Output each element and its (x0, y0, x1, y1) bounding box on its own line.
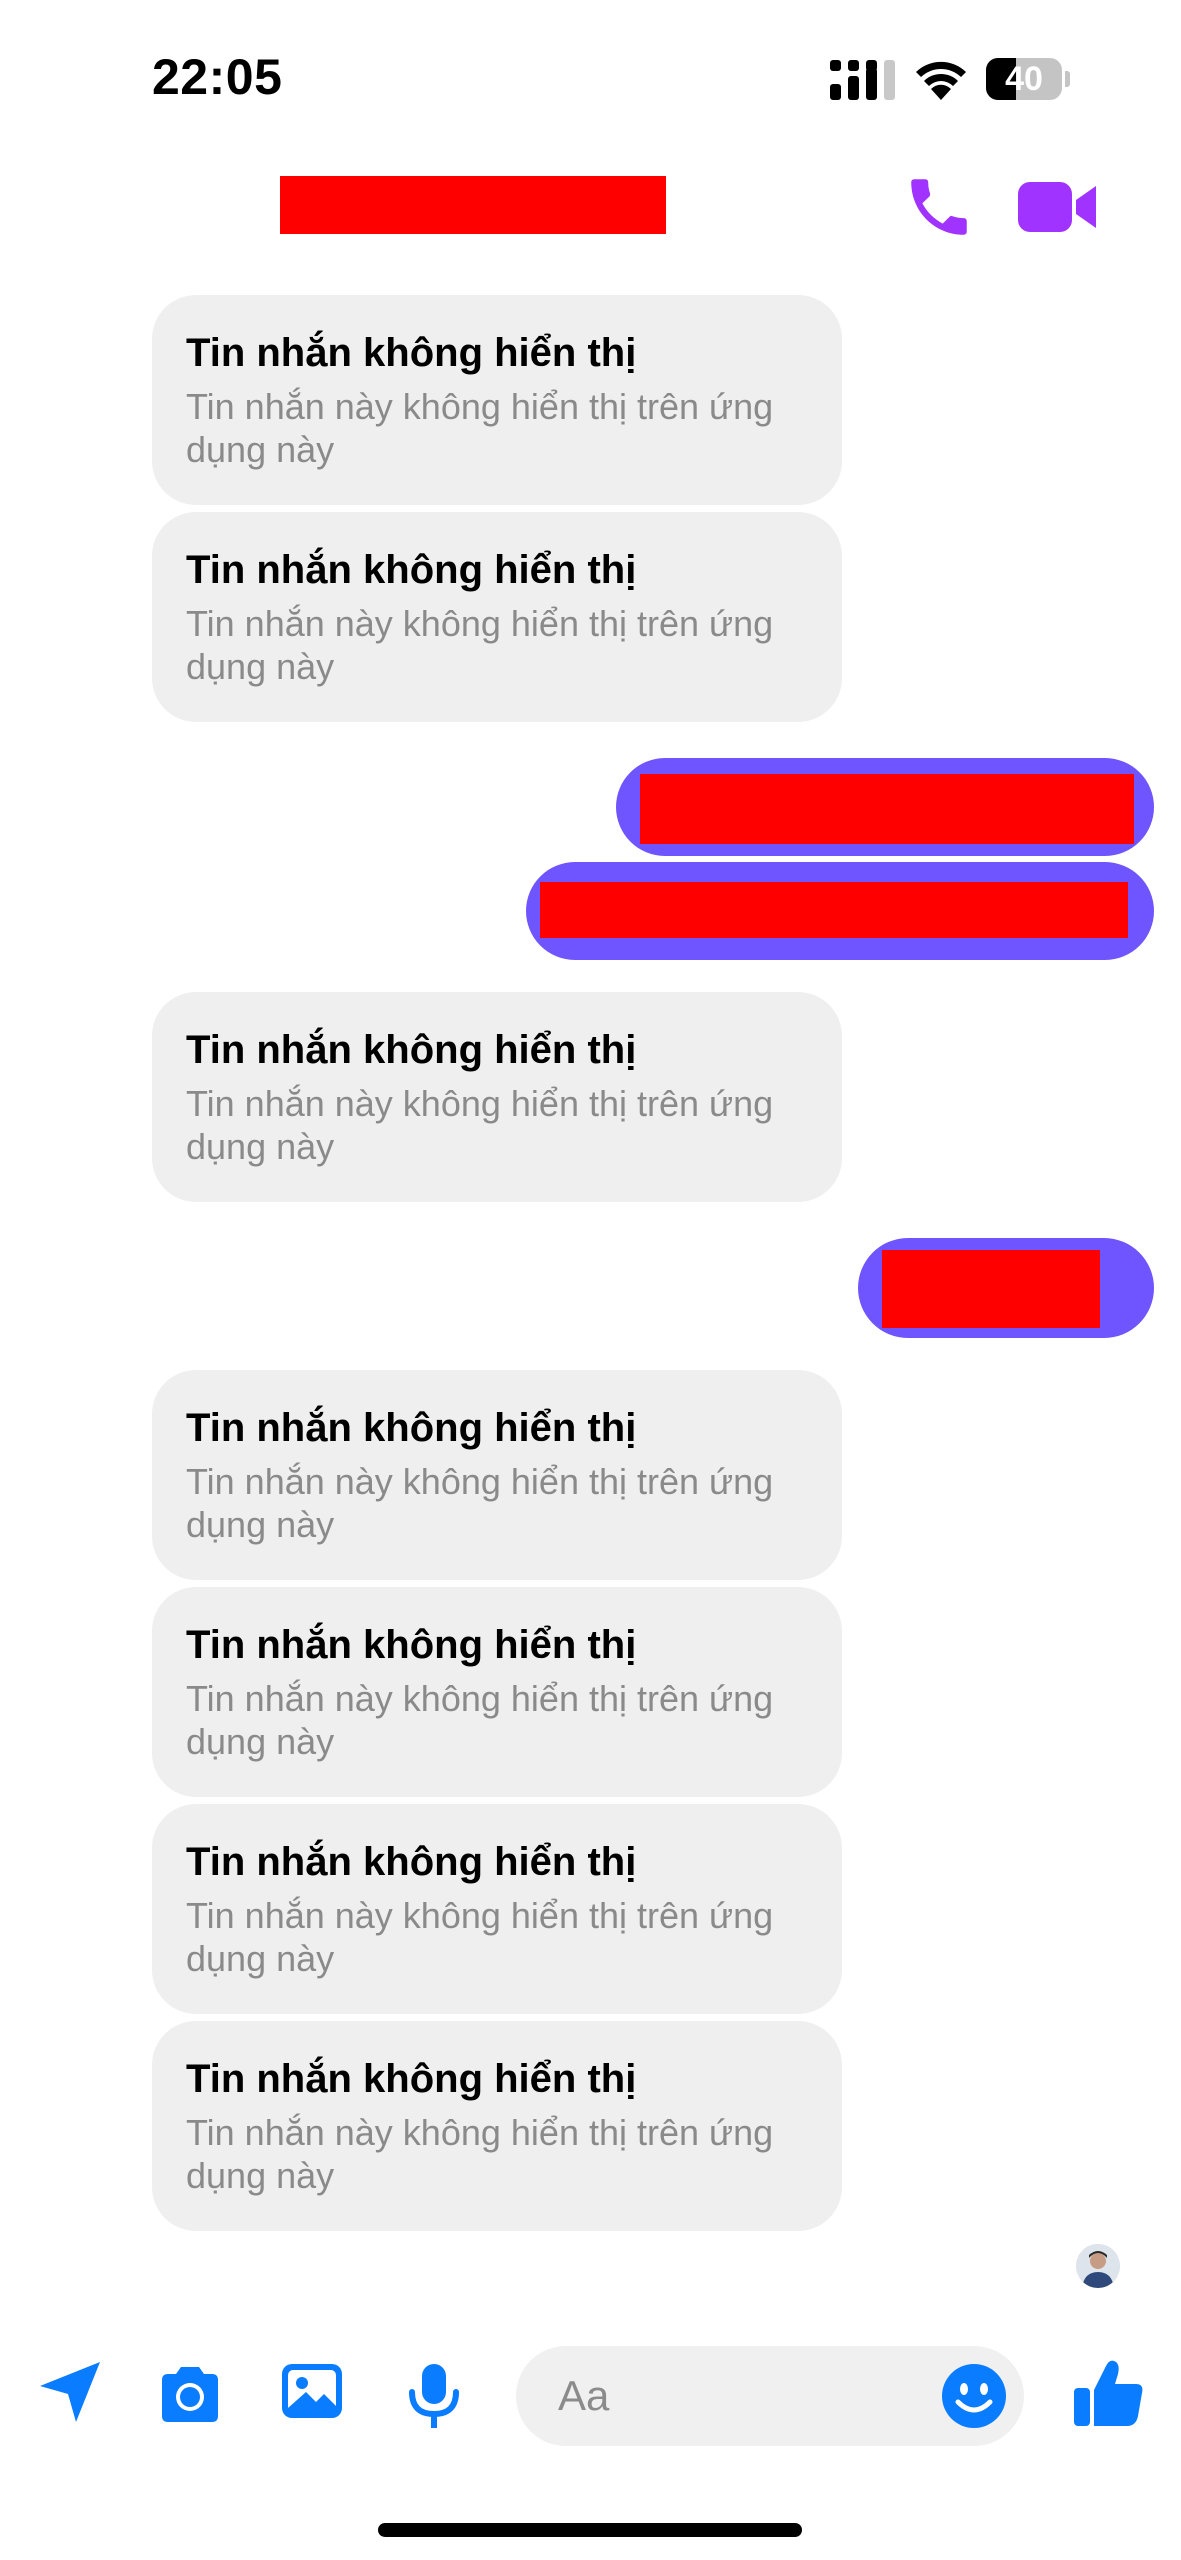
microphone-icon[interactable] (398, 2360, 470, 2432)
message-body: Tin nhắn này không hiển thị trên ứng dụn… (186, 1678, 774, 1762)
message-body: Tin nhắn này không hiển thị trên ứng dụn… (186, 1895, 774, 1979)
contact-name-redacted[interactable] (280, 176, 666, 234)
message-bubble-incoming[interactable]: Tin nhắn không hiển thị Tin nhắn này khô… (152, 1804, 842, 2014)
message-bubble-incoming[interactable]: Tin nhắn không hiển thị Tin nhắn này khô… (152, 992, 842, 1202)
message-title: Tin nhắn không hiển thị (186, 331, 637, 375)
message-input-placeholder: Aa (558, 2372, 610, 2419)
message-body: Tin nhắn này không hiển thị trên ứng dụn… (186, 603, 774, 687)
message-text-redacted (540, 882, 1128, 938)
message-title: Tin nhắn không hiển thị (186, 1028, 637, 1072)
message-bubble-outgoing[interactable] (858, 1238, 1154, 1338)
message-body: Tin nhắn này không hiển thị trên ứng dụn… (186, 386, 774, 470)
message-body: Tin nhắn này không hiển thị trên ứng dụn… (186, 2112, 774, 2196)
camera-icon[interactable] (154, 2360, 226, 2432)
thumbs-up-icon[interactable] (1072, 2356, 1146, 2430)
battery-percent: 40 (1005, 60, 1043, 98)
phone-icon[interactable] (902, 170, 976, 244)
battery-indicator: 40 (986, 58, 1070, 100)
message-body: Tin nhắn này không hiển thị trên ứng dụn… (186, 1083, 774, 1167)
message-title: Tin nhắn không hiển thị (186, 1840, 637, 1884)
status-time: 22:05 (152, 49, 283, 105)
message-text-redacted (640, 774, 1134, 844)
emoji-icon[interactable] (940, 2362, 1008, 2430)
send-location-icon[interactable] (34, 2356, 106, 2428)
message-title: Tin nhắn không hiển thị (186, 548, 637, 592)
message-bubble-incoming[interactable]: Tin nhắn không hiển thị Tin nhắn này khô… (152, 1587, 842, 1797)
message-bubble-incoming[interactable]: Tin nhắn không hiển thị Tin nhắn này khô… (152, 1370, 842, 1580)
message-title: Tin nhắn không hiển thị (186, 2057, 637, 2101)
message-title: Tin nhắn không hiển thị (186, 1406, 637, 1450)
message-bubble-incoming[interactable]: Tin nhắn không hiển thị Tin nhắn này khô… (152, 512, 842, 722)
message-body: Tin nhắn này không hiển thị trên ứng dụn… (186, 1461, 774, 1545)
gallery-icon[interactable] (276, 2356, 348, 2428)
message-bubble-outgoing[interactable] (616, 758, 1154, 856)
home-indicator (378, 2523, 802, 2537)
message-text-redacted (882, 1250, 1100, 1328)
wifi-icon (916, 61, 966, 100)
message-bubble-outgoing[interactable] (526, 862, 1154, 960)
message-bubble-incoming[interactable]: Tin nhắn không hiển thị Tin nhắn này khô… (152, 295, 842, 505)
message-bubble-incoming[interactable]: Tin nhắn không hiển thị Tin nhắn này khô… (152, 2021, 842, 2231)
seen-avatar (1076, 2244, 1120, 2288)
video-camera-icon[interactable] (1018, 178, 1098, 236)
message-title: Tin nhắn không hiển thị (186, 1623, 637, 1667)
cellular-signal-icon (830, 60, 895, 100)
